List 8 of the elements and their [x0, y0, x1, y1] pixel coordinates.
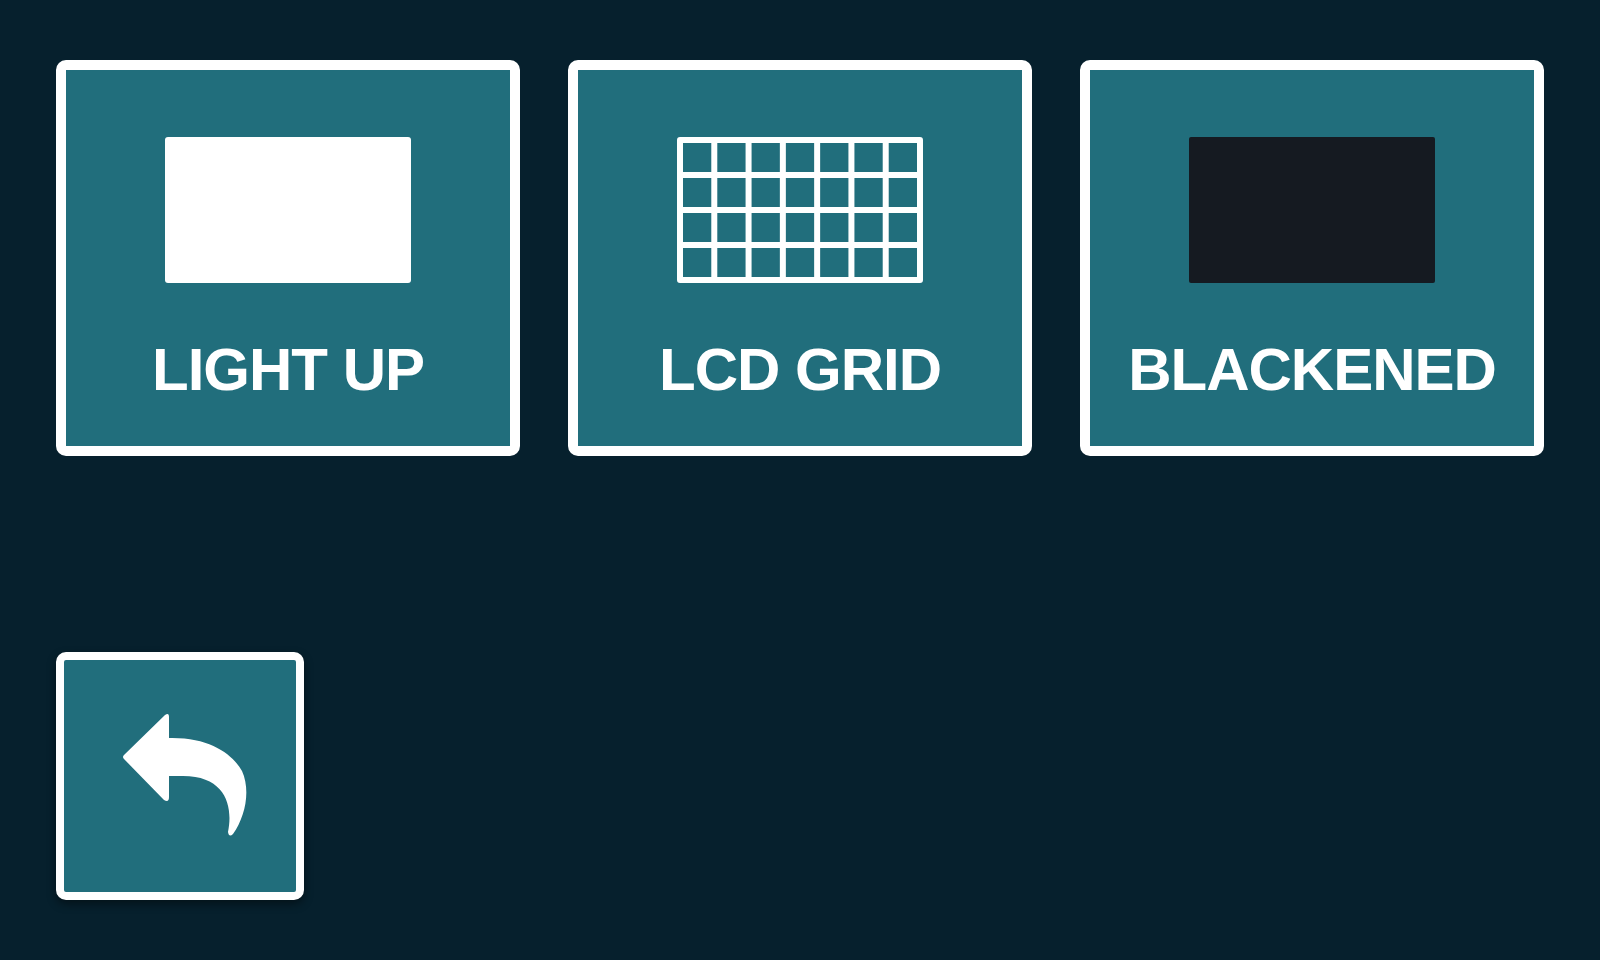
blank-screen-icon	[1189, 137, 1435, 283]
lit-screen-icon	[165, 137, 411, 283]
mode-button[interactable]: LCD GRID	[568, 60, 1032, 456]
reply-arrow-icon	[123, 713, 247, 837]
back-button[interactable]	[56, 652, 304, 900]
grid-icon	[677, 137, 923, 283]
mode-button[interactable]: BLACKENED	[1080, 60, 1544, 456]
mode-button[interactable]: LIGHT UP	[56, 60, 520, 456]
